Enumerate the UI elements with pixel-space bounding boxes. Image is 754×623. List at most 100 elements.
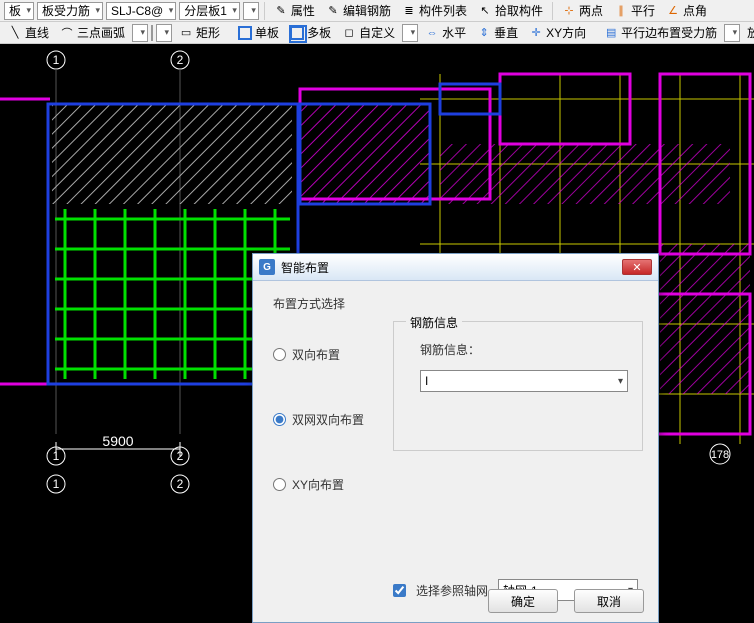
- single-icon: [238, 26, 252, 40]
- pick-icon: ↖: [478, 4, 492, 18]
- dialog-body: 布置方式选择 双向布置 双网双向布置 XY向布置 钢筋信息 钢筋信息： I 选择…: [253, 281, 658, 623]
- color-swatch[interactable]: [151, 25, 153, 41]
- axis-label: 1: [53, 53, 60, 67]
- part-list-button[interactable]: ≣构件列表: [398, 1, 471, 20]
- grid-two-point-button[interactable]: ⊹两点: [558, 1, 607, 20]
- dialog-button-row: 确定 取消: [488, 589, 644, 613]
- vertical-tool[interactable]: ⇕垂直: [473, 23, 522, 42]
- group-label: 钢筋信息: [406, 314, 462, 331]
- button-label: 两点: [579, 2, 603, 19]
- dimension-label: 5900: [102, 433, 133, 449]
- button-label: 编辑钢筋: [343, 2, 391, 19]
- smart-layout-dialog: G 智能布置 ✕ 布置方式选择 双向布置 双网双向布置 XY向布置 钢筋信息 钢…: [252, 253, 659, 623]
- button-label: 拾取构件: [495, 2, 543, 19]
- rect-tool[interactable]: ▭矩形: [175, 23, 224, 42]
- app-icon: G: [259, 259, 275, 275]
- button-label: 水平: [442, 24, 466, 41]
- cancel-button[interactable]: 取消: [574, 589, 644, 613]
- button-label: XY方向: [546, 24, 586, 41]
- xy-radio[interactable]: [273, 478, 286, 491]
- axis-label: 2: [177, 53, 184, 67]
- layer-dropdown[interactable]: 分层板1: [179, 2, 240, 20]
- separator: [552, 2, 553, 20]
- axis-label: 2: [177, 449, 184, 463]
- custom-dropdown[interactable]: [402, 24, 418, 42]
- angle-icon: ∠: [666, 4, 680, 18]
- subtype-dropdown[interactable]: 板受力筋: [37, 2, 103, 20]
- arc-icon: ⌒: [60, 26, 74, 40]
- button-label: 确定: [511, 593, 535, 610]
- small-dropdown[interactable]: [243, 2, 259, 20]
- button-label: 取消: [597, 593, 621, 610]
- xy-option-row[interactable]: XY向布置: [273, 476, 638, 493]
- list-icon: ≣: [402, 4, 416, 18]
- close-button[interactable]: ✕: [622, 259, 652, 275]
- radio-label: XY向布置: [292, 476, 344, 493]
- point-angle-button[interactable]: ∠点角: [662, 1, 711, 20]
- horiz-icon: ⇔: [425, 26, 439, 40]
- single-board-tool[interactable]: 单板: [234, 23, 283, 42]
- dropdown-label: 分层板1: [184, 2, 227, 19]
- parallel-button[interactable]: ∥平行: [610, 1, 659, 20]
- arc-dropdown[interactable]: [132, 24, 148, 42]
- main-toolbar: 板 板受力筋 SLJ-C8@ 分层板1 ✎属性 ✎编辑钢筋 ≣构件列表 ↖拾取构…: [0, 0, 754, 22]
- dropdown-label: SLJ-C8@: [111, 4, 163, 18]
- button-label: 垂直: [494, 24, 518, 41]
- edit-rebar-button[interactable]: ✎编辑钢筋: [322, 1, 395, 20]
- axis-label: 178: [711, 449, 729, 461]
- rebar-spec-dropdown[interactable]: SLJ-C8@: [106, 2, 176, 20]
- button-label: 矩形: [196, 24, 220, 41]
- combo-value: I: [425, 374, 428, 388]
- button-label: 点角: [683, 2, 707, 19]
- dblnet-radio[interactable]: [273, 413, 286, 426]
- reference-checkbox[interactable]: [393, 584, 406, 597]
- pick-part-button[interactable]: ↖拾取构件: [474, 1, 547, 20]
- reference-label: 选择参照轴网: [416, 582, 488, 599]
- multi-icon: [290, 26, 304, 40]
- place-tool[interactable]: 放: [743, 23, 754, 42]
- button-label: 放: [747, 24, 754, 41]
- rebar-info-group: 钢筋信息 钢筋信息： I: [393, 321, 643, 451]
- parallel-icon: ∥: [614, 4, 628, 18]
- ok-button[interactable]: 确定: [488, 589, 558, 613]
- attribute-icon: ✎: [274, 4, 288, 18]
- rect-icon: ▭: [179, 26, 193, 40]
- line-icon: ╲: [8, 26, 22, 40]
- arc-tool[interactable]: ⌒三点画弧: [56, 23, 129, 42]
- axis-label: 1: [53, 477, 60, 491]
- edge-dropdown[interactable]: [724, 24, 740, 42]
- axis-label: 2: [177, 477, 184, 491]
- dropdown-label: 板受力筋: [42, 2, 90, 19]
- dropdown-label: 板: [9, 2, 21, 19]
- method-section-label: 布置方式选择: [273, 295, 638, 312]
- attribute-button[interactable]: ✎属性: [270, 1, 319, 20]
- color-dropdown[interactable]: [156, 24, 172, 42]
- button-label: 单板: [255, 24, 279, 41]
- custom-icon: ◻: [342, 26, 356, 40]
- radio-label: 双网双向布置: [292, 411, 364, 428]
- dialog-titlebar[interactable]: G 智能布置 ✕: [253, 254, 658, 281]
- grid-icon: ⊹: [562, 4, 576, 18]
- horizontal-tool[interactable]: ⇔水平: [421, 23, 470, 42]
- radio-label: 双向布置: [292, 346, 340, 363]
- separator: [264, 2, 265, 20]
- button-label: 多板: [307, 24, 331, 41]
- edit-icon: ✎: [326, 4, 340, 18]
- category-dropdown[interactable]: 板: [4, 2, 34, 20]
- custom-tool[interactable]: ◻自定义: [338, 23, 399, 42]
- xy-icon: ✛: [529, 26, 543, 40]
- cad-canvas[interactable]: 1 2: [0, 44, 754, 591]
- xy-direction-tool[interactable]: ✛XY方向: [525, 23, 590, 42]
- biaxial-radio[interactable]: [273, 348, 286, 361]
- dialog-title-text: 智能布置: [281, 259, 329, 276]
- button-label: 平行边布置受力筋: [621, 24, 717, 41]
- button-label: 三点画弧: [77, 24, 125, 41]
- rebar-field-label: 钢筋信息：: [420, 341, 630, 358]
- line-tool[interactable]: ╲直线: [4, 23, 53, 42]
- rebar-info-combo[interactable]: I: [420, 370, 628, 392]
- button-label: 平行: [631, 2, 655, 19]
- edge-rebar-tool[interactable]: ▤平行边布置受力筋: [600, 23, 721, 42]
- axis-label: 1: [53, 449, 60, 463]
- multi-board-tool[interactable]: 多板: [286, 23, 335, 42]
- edge-icon: ▤: [604, 26, 618, 40]
